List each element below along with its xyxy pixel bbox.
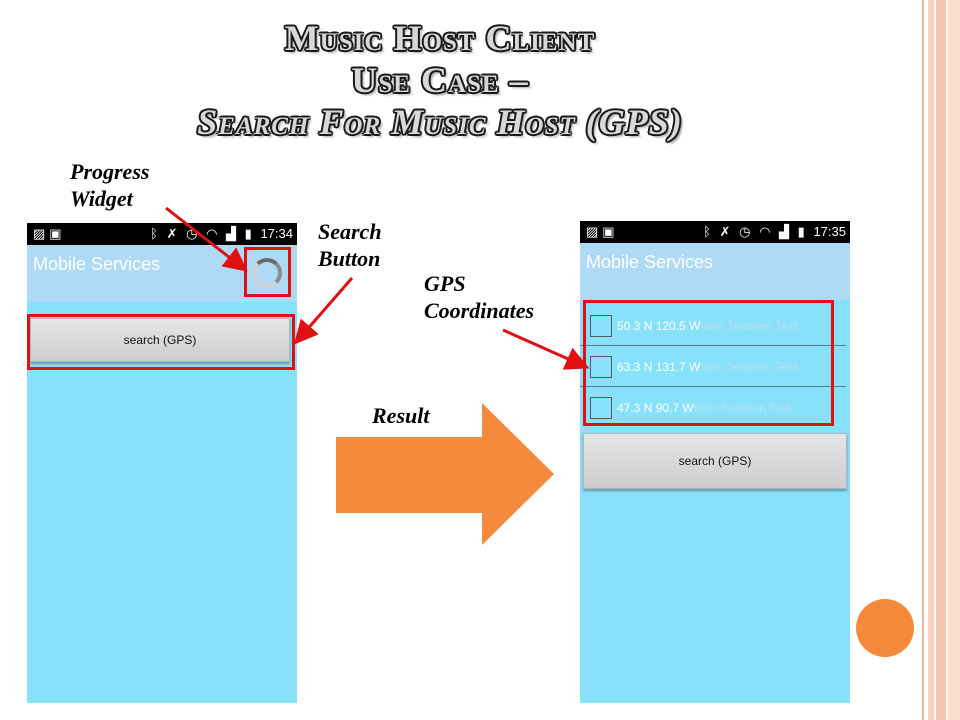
search-pointer-arrow [294, 277, 354, 345]
gps-pointer-arrow [502, 328, 590, 370]
pointer-arrows [165, 206, 590, 370]
decorative-circle [856, 599, 914, 657]
progress-pointer-arrow [165, 206, 248, 272]
